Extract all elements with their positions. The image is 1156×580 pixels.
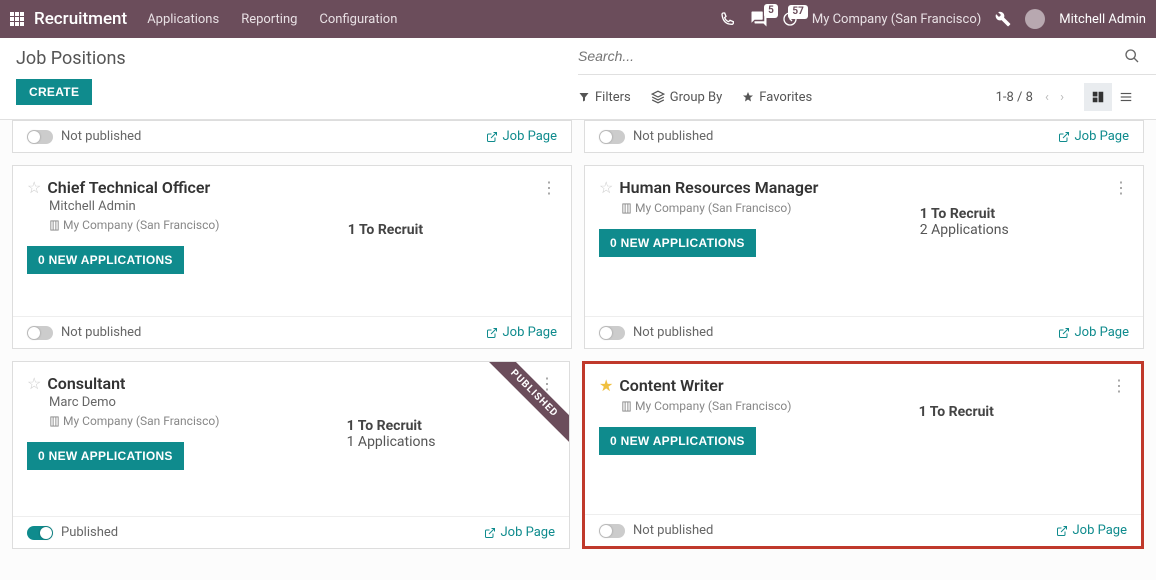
- card-company: My Company (San Francisco): [635, 399, 791, 413]
- apps-menu-icon[interactable]: [10, 12, 24, 26]
- to-recruit-text: 1 To Recruit: [920, 206, 1009, 222]
- card-footer-partial: Not published Job Page: [12, 120, 572, 153]
- card-menu-icon[interactable]: ⋮: [1113, 178, 1129, 197]
- card-menu-icon[interactable]: ⋮: [1111, 376, 1127, 395]
- favorite-star[interactable]: ★: [599, 376, 613, 395]
- nav-applications[interactable]: Applications: [147, 12, 219, 27]
- new-applications-button[interactable]: 0 NEW APPLICATIONS: [599, 229, 756, 257]
- favorite-star[interactable]: ☆: [599, 178, 613, 197]
- card-company: My Company (San Francisco): [635, 201, 791, 215]
- card-menu-icon[interactable]: ⋮: [541, 178, 557, 197]
- external-link-icon: [1058, 131, 1070, 143]
- layers-icon: [651, 90, 665, 104]
- applications-count: 1 Applications: [347, 434, 436, 450]
- building-icon: [621, 203, 632, 214]
- new-applications-button[interactable]: 0 NEW APPLICATIONS: [599, 427, 756, 455]
- user-avatar[interactable]: [1025, 9, 1045, 29]
- new-applications-button[interactable]: 0 NEW APPLICATIONS: [27, 246, 184, 274]
- external-link-icon: [486, 131, 498, 143]
- publish-status: Published: [61, 525, 118, 540]
- external-link-icon: [486, 327, 498, 339]
- messages-badge: 5: [764, 4, 778, 18]
- card-title: Content Writer: [619, 376, 723, 395]
- company-selector[interactable]: My Company (San Francisco): [812, 12, 981, 27]
- nav-reporting[interactable]: Reporting: [241, 12, 297, 27]
- filter-icon: [578, 91, 590, 103]
- search-icon[interactable]: [1124, 48, 1140, 64]
- card-company: My Company (San Francisco): [63, 414, 219, 428]
- job-page-link[interactable]: Job Page: [486, 129, 557, 144]
- pager-next[interactable]: ›: [1056, 90, 1068, 105]
- card-footer-partial: Not published Job Page: [584, 120, 1144, 153]
- job-card-cto[interactable]: ☆ Chief Technical Officer ⋮ Mitchell Adm…: [12, 165, 572, 349]
- publish-toggle[interactable]: [599, 130, 625, 144]
- card-company: My Company (San Francisco): [63, 218, 219, 232]
- building-icon: [621, 401, 632, 412]
- publish-toggle[interactable]: [27, 326, 53, 340]
- publish-toggle[interactable]: [599, 524, 625, 538]
- pager: 1-8 / 8 ‹ ›: [996, 83, 1140, 111]
- activity-badge: 57: [788, 5, 807, 19]
- card-manager: Mitchell Admin: [49, 199, 557, 214]
- to-recruit-text: 1 To Recruit: [348, 222, 423, 238]
- job-page-link[interactable]: Job Page: [486, 325, 557, 340]
- building-icon: [49, 416, 60, 427]
- nav-configuration[interactable]: Configuration: [319, 12, 397, 27]
- card-title: Human Resources Manager: [619, 178, 818, 197]
- job-page-link[interactable]: Job Page: [1056, 523, 1127, 538]
- pager-text: 1-8 / 8: [996, 90, 1033, 105]
- to-recruit-text: 1 To Recruit: [347, 418, 436, 434]
- groupby-button[interactable]: Group By: [651, 90, 723, 105]
- publish-status: Not published: [61, 129, 141, 144]
- card-menu-icon[interactable]: ⋮: [539, 374, 555, 393]
- kanban-content: Not published Job Page Not published Job…: [0, 120, 1156, 580]
- publish-status: Not published: [633, 325, 713, 340]
- kanban-view-button[interactable]: [1084, 83, 1112, 111]
- star-icon: [742, 91, 754, 103]
- external-link-icon: [1056, 525, 1068, 537]
- nav-links: Applications Reporting Configuration: [147, 12, 397, 27]
- pager-prev[interactable]: ‹: [1041, 90, 1053, 105]
- new-applications-button[interactable]: 0 NEW APPLICATIONS: [27, 442, 184, 470]
- publish-toggle[interactable]: [27, 526, 53, 540]
- control-panel: Job Positions CREATE Filters Group By Fa…: [0, 38, 1156, 120]
- card-title: Chief Technical Officer: [47, 178, 210, 197]
- building-icon: [49, 220, 60, 231]
- page-title: Job Positions: [16, 48, 562, 69]
- debug-icon[interactable]: [995, 11, 1011, 27]
- publish-status: Not published: [633, 129, 713, 144]
- job-page-link[interactable]: Job Page: [1058, 129, 1129, 144]
- list-view-button[interactable]: [1112, 83, 1140, 111]
- publish-status: Not published: [633, 523, 713, 538]
- favorites-button[interactable]: Favorites: [742, 90, 812, 105]
- publish-status: Not published: [61, 325, 141, 340]
- to-recruit-text: 1 To Recruit: [919, 404, 994, 420]
- external-link-icon: [484, 527, 496, 539]
- favorite-star[interactable]: ☆: [27, 374, 41, 393]
- card-manager: Marc Demo: [49, 395, 555, 410]
- create-button[interactable]: CREATE: [16, 79, 92, 105]
- phone-icon[interactable]: [720, 11, 736, 27]
- search-input[interactable]: [578, 42, 1124, 70]
- filters-button[interactable]: Filters: [578, 90, 631, 105]
- external-link-icon: [1058, 327, 1070, 339]
- user-name[interactable]: Mitchell Admin: [1059, 12, 1146, 27]
- activity-icon[interactable]: 57: [782, 11, 798, 27]
- publish-toggle[interactable]: [599, 326, 625, 340]
- card-title: Consultant: [47, 374, 125, 393]
- job-page-link[interactable]: Job Page: [484, 525, 555, 540]
- publish-toggle[interactable]: [27, 130, 53, 144]
- topbar-right: 5 57 My Company (San Francisco) Mitchell…: [720, 9, 1146, 29]
- messages-icon[interactable]: 5: [750, 10, 768, 28]
- job-card-content-writer[interactable]: ★ Content Writer ⋮ My Company (San Franc…: [582, 361, 1144, 549]
- job-card-hrm[interactable]: ☆ Human Resources Manager ⋮ My Company (…: [584, 165, 1144, 349]
- app-brand[interactable]: Recruitment: [34, 9, 127, 29]
- job-page-link[interactable]: Job Page: [1058, 325, 1129, 340]
- favorite-star[interactable]: ☆: [27, 178, 41, 197]
- applications-count: 2 Applications: [920, 222, 1009, 238]
- topbar: Recruitment Applications Reporting Confi…: [0, 0, 1156, 38]
- job-card-consultant[interactable]: PUBLISHED ☆ Consultant ⋮ Marc Demo My Co…: [12, 361, 570, 549]
